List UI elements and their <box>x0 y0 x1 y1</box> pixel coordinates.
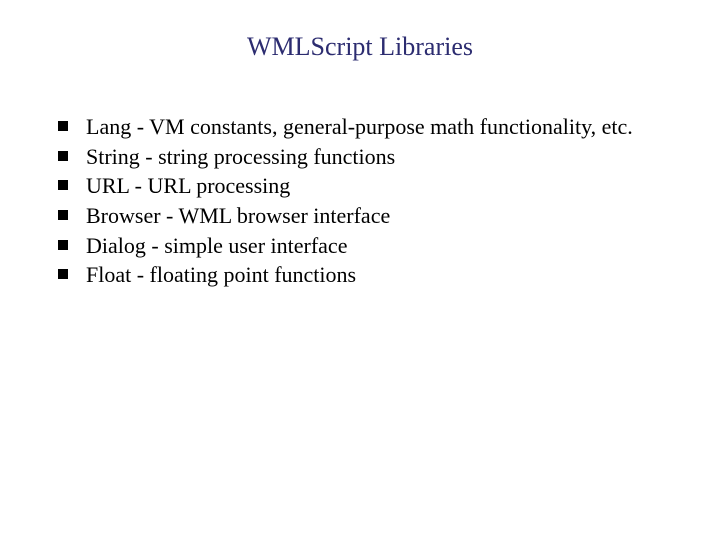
list-item-text: Dialog - simple user interface <box>86 231 680 261</box>
slide-title: WMLScript Libraries <box>0 32 720 62</box>
list-item: Dialog - simple user interface <box>58 231 680 261</box>
list-item-text: Lang - VM constants, general-purpose mat… <box>86 112 680 142</box>
bullet-list: Lang - VM constants, general-purpose mat… <box>58 112 680 290</box>
square-bullet-icon <box>58 112 86 131</box>
slide: WMLScript Libraries Lang - VM constants,… <box>0 0 720 540</box>
list-item: Float - floating point functions <box>58 260 680 290</box>
list-item: Browser - WML browser interface <box>58 201 680 231</box>
list-item-text: Float - floating point functions <box>86 260 680 290</box>
square-bullet-icon <box>58 260 86 279</box>
list-item: Lang - VM constants, general-purpose mat… <box>58 112 680 142</box>
list-item-text: String - string processing functions <box>86 142 680 172</box>
square-bullet-icon <box>58 231 86 250</box>
list-item-text: URL - URL processing <box>86 171 680 201</box>
square-bullet-icon <box>58 142 86 161</box>
square-bullet-icon <box>58 171 86 190</box>
list-item: String - string processing functions <box>58 142 680 172</box>
square-bullet-icon <box>58 201 86 220</box>
list-item: URL - URL processing <box>58 171 680 201</box>
list-item-text: Browser - WML browser interface <box>86 201 680 231</box>
